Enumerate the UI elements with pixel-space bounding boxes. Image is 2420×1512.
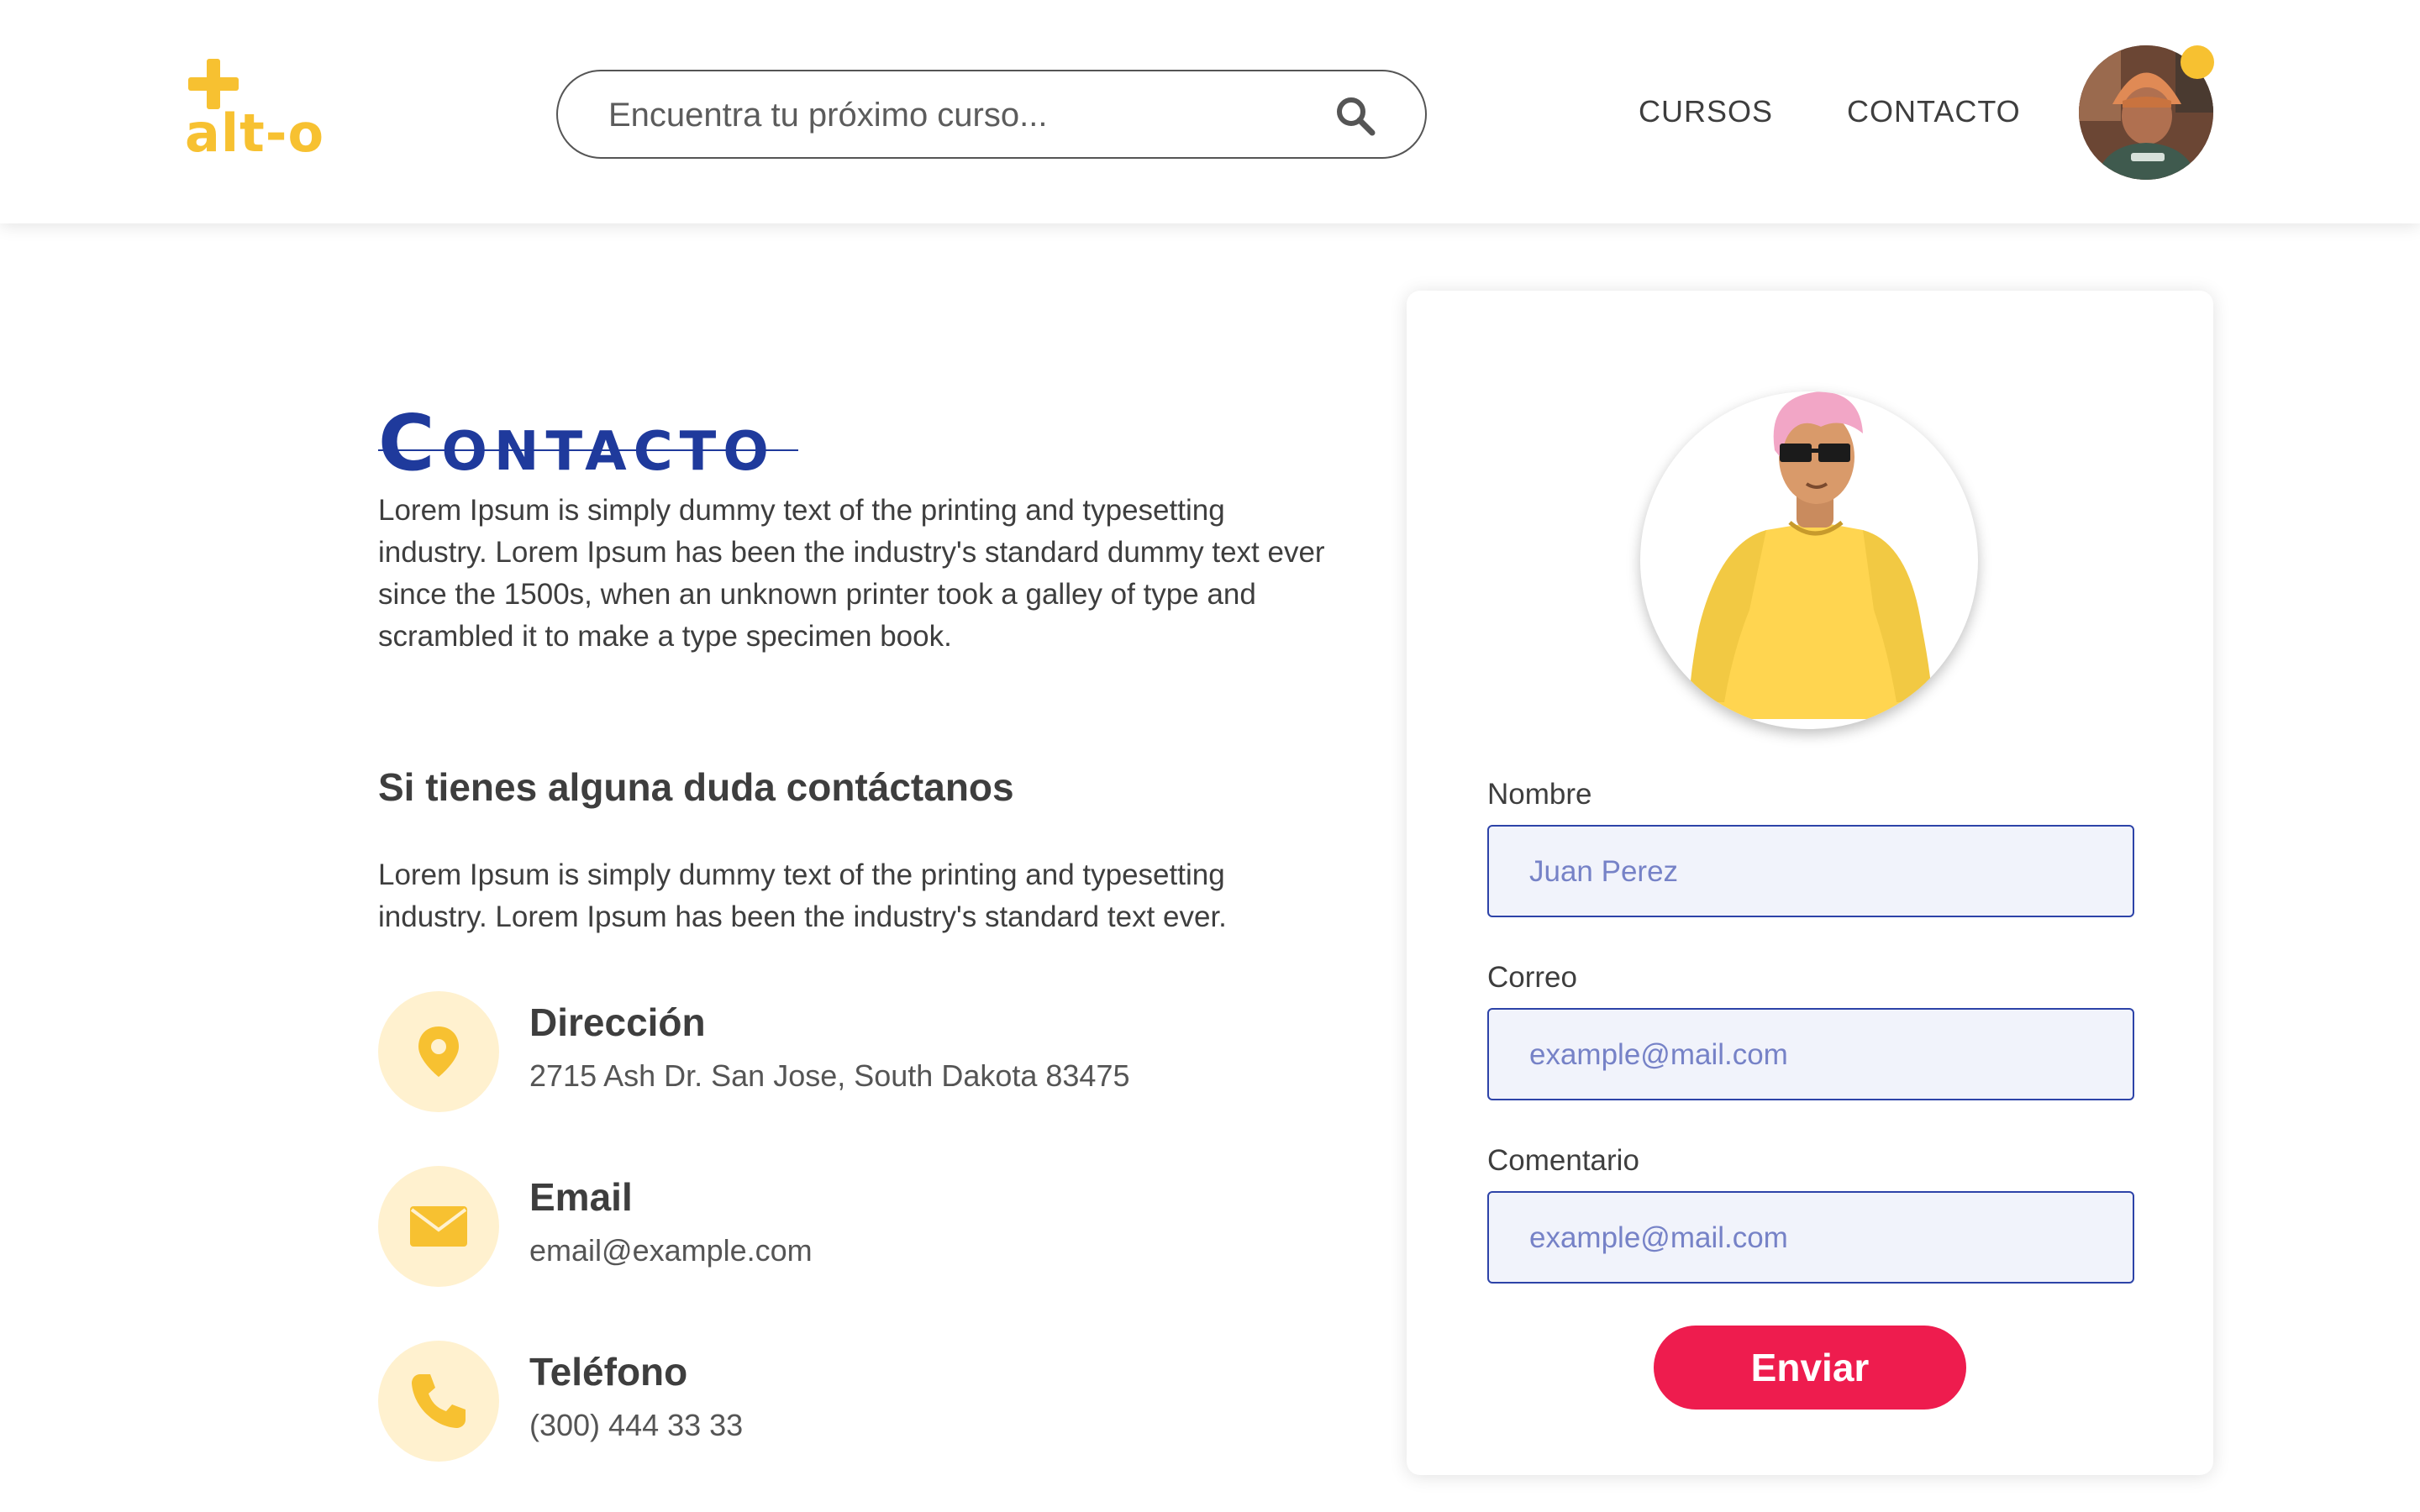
correo-field[interactable] (1487, 1008, 2134, 1100)
phone-value: (300) 444 33 33 (529, 1408, 744, 1442)
address-value: 2715 Ash Dr. San Jose, South Dakota 8347… (529, 1058, 1130, 1093)
info-address: Dirección 2715 Ash Dr. San Jose, South D… (378, 991, 1302, 1117)
phone-icon (412, 1374, 466, 1428)
search-bar[interactable] (556, 70, 1427, 159)
page-title: Contacto (378, 397, 776, 488)
nombre-field[interactable] (1487, 825, 2134, 917)
search-input[interactable] (607, 88, 1299, 142)
person-illustration (1689, 391, 1933, 719)
correo-label: Correo (1487, 961, 1577, 994)
info-email: Email email@example.com (378, 1166, 1302, 1292)
info-phone: Teléfono (300) 444 33 33 (378, 1341, 1302, 1467)
illustration-circle (1640, 391, 1978, 729)
contact-form-card: Nombre Correo Comentario Enviar (1407, 291, 2213, 1475)
phone-icon-circle (378, 1341, 499, 1462)
search-icon[interactable] (1334, 95, 1376, 137)
nombre-input[interactable] (1528, 848, 2102, 896)
address-title: Dirección (529, 1000, 706, 1044)
mail-icon (410, 1206, 467, 1247)
email-title: Email (529, 1175, 633, 1219)
status-dot (2181, 45, 2214, 79)
enviar-button[interactable]: Enviar (1654, 1326, 1966, 1410)
address-icon-circle (378, 991, 499, 1112)
top-header: alt-o CURSOS CONTACTO (0, 0, 2420, 223)
nombre-label: Nombre (1487, 778, 1592, 811)
character-illustration (1640, 391, 1981, 732)
intro-text: Lorem Ipsum is simply dummy text of the … (378, 494, 1325, 653)
page-title-wrap: Contacto (378, 344, 798, 481)
comentario-field[interactable] (1487, 1191, 2134, 1284)
phone-title: Teléfono (529, 1350, 688, 1394)
nav-cursos[interactable]: CURSOS (1639, 94, 1773, 129)
correo-input[interactable] (1528, 1031, 2102, 1079)
comentario-input[interactable] (1528, 1214, 2102, 1263)
contact-subtitle: Si tienes alguna duda contáctanos (378, 765, 1014, 810)
plus-icon (188, 59, 239, 109)
email-value: email@example.com (529, 1233, 813, 1268)
logo-text: alt-o (185, 102, 325, 164)
nav-contacto[interactable]: CONTACTO (1847, 94, 2021, 129)
comentario-label: Comentario (1487, 1144, 1639, 1177)
alt-o-logo[interactable]: alt-o (185, 59, 328, 176)
location-pin-icon (418, 1026, 459, 1077)
contact-description: Lorem Ipsum is simply dummy text of the … (378, 858, 1227, 933)
email-icon-circle (378, 1166, 499, 1287)
